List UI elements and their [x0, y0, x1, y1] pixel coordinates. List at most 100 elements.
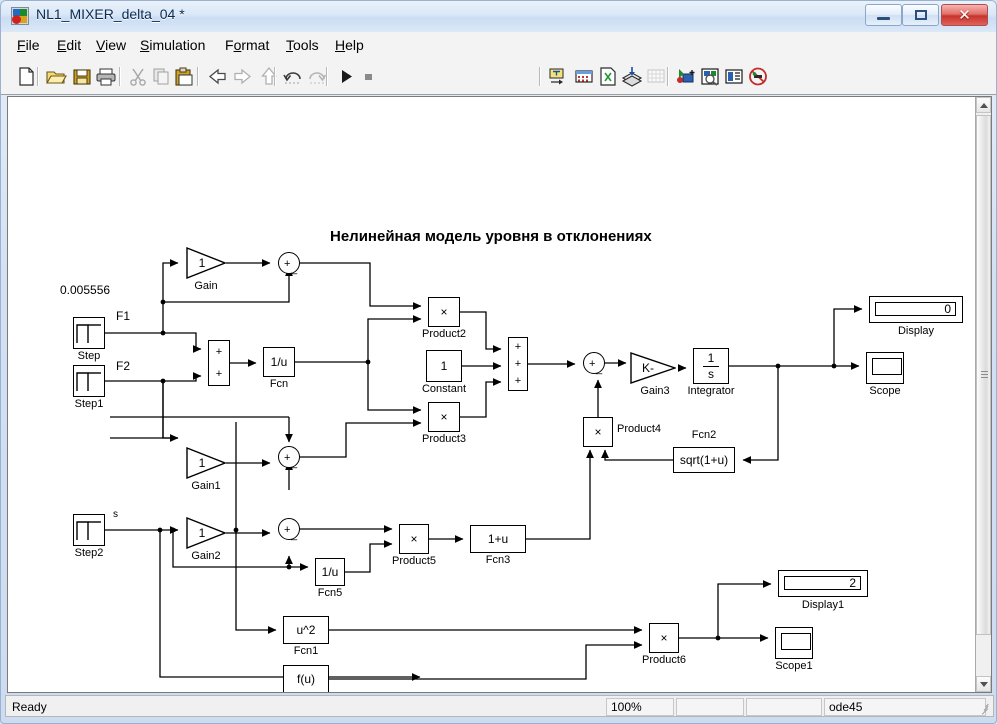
close-icon: ✕	[958, 6, 971, 24]
block-product6[interactable]: ×	[649, 623, 679, 653]
simulink-app-icon	[11, 7, 29, 25]
block-step[interactable]	[73, 317, 105, 349]
status-bar: Ready 100% ode45	[5, 695, 994, 717]
block-label-gain1: Gain1	[191, 480, 221, 492]
block-sum-mid[interactable]: + _	[278, 446, 300, 469]
block-label-product5: Product5	[391, 555, 437, 567]
menu-help[interactable]: Help	[329, 36, 370, 55]
block-symbol-product3: ×	[440, 410, 448, 424]
forward-icon[interactable]	[232, 66, 254, 87]
block-integrator[interactable]: 1 s	[693, 348, 729, 384]
block-expr-fcn2: sqrt(1+u)	[679, 453, 729, 467]
block-display1[interactable]: 2	[778, 570, 868, 597]
block-label-display1: Display1	[801, 599, 845, 611]
block-gain3[interactable]: K-	[630, 352, 676, 384]
block-scope1[interactable]	[775, 627, 813, 659]
status-solver: ode45	[824, 698, 986, 716]
cut-icon[interactable]	[127, 66, 149, 87]
block-display[interactable]: 0	[869, 296, 963, 323]
block-label-gain2: Gain2	[191, 550, 221, 562]
block-value-gain: 1	[198, 256, 206, 270]
redo-icon[interactable]	[306, 66, 328, 87]
menu-format[interactable]: Format	[219, 36, 275, 55]
block-product3[interactable]: ×	[428, 402, 460, 432]
stop-simulation-icon[interactable]	[357, 66, 379, 87]
scrollbar-thumb[interactable]	[976, 115, 991, 635]
back-icon[interactable]	[206, 66, 228, 87]
print-icon[interactable]	[95, 66, 117, 87]
block-product2[interactable]: ×	[428, 297, 460, 327]
menu-edit[interactable]: Edit	[51, 36, 87, 55]
block-fcn1[interactable]: u^2	[283, 616, 329, 644]
block-step2[interactable]	[73, 514, 105, 546]
block-gain[interactable]: 1	[186, 247, 226, 279]
block-step1[interactable]	[73, 365, 105, 397]
block-sum-top[interactable]: + _	[278, 252, 300, 275]
status-cell-a	[676, 698, 744, 716]
up-level-icon[interactable]	[258, 66, 280, 87]
block-label-fcn3: Fcn3	[485, 554, 511, 566]
scroll-up-icon[interactable]	[976, 97, 991, 113]
block-fcn4[interactable]: f(u)	[283, 665, 329, 692]
undo-icon[interactable]	[282, 66, 304, 87]
copy-icon[interactable]	[151, 66, 173, 87]
block-fcn2[interactable]: sqrt(1+u)	[673, 447, 735, 473]
block-gain1[interactable]: 1	[186, 447, 226, 479]
block-scope[interactable]	[866, 352, 904, 384]
block-expr-fcn1: u^2	[296, 623, 316, 637]
menu-file[interactable]: FFileile	[11, 36, 46, 55]
toggle-grid-icon[interactable]	[645, 66, 667, 87]
disable-link-icon[interactable]	[747, 66, 769, 87]
model-properties-icon[interactable]	[723, 66, 745, 87]
menu-bar: FFileile Edit View Simulation Format Too…	[1, 32, 996, 60]
resize-grip-icon[interactable]	[979, 702, 991, 715]
block-label-fcn5: Fcn5	[317, 587, 343, 599]
minimize-button[interactable]	[865, 4, 902, 26]
block-sum-input[interactable]: + +	[208, 340, 230, 386]
block-expr-fcn3: 1+u	[487, 532, 509, 546]
block-fcn3[interactable]: 1+u	[470, 525, 526, 553]
menu-view[interactable]: View	[90, 36, 132, 55]
scroll-down-icon[interactable]	[976, 676, 991, 692]
block-sum-low[interactable]: + _	[278, 518, 300, 541]
block-label-product3: Product3	[421, 433, 467, 445]
block-fcn5[interactable]: 1/u	[315, 558, 345, 586]
start-simulation-icon[interactable]	[335, 66, 357, 87]
diagram-title: Нелинейная модель уровня в отклонениях	[330, 228, 652, 245]
block-sum-three[interactable]: + + +	[508, 337, 528, 391]
block-gain2[interactable]: 1	[186, 517, 226, 549]
block-label-scope: Scope	[869, 385, 901, 397]
debugger-icon[interactable]	[573, 66, 595, 87]
block-sum-main[interactable]: + _	[583, 352, 605, 375]
new-model-icon[interactable]	[15, 66, 37, 87]
canvas-vertical-scrollbar[interactable]	[975, 97, 991, 692]
maximize-button[interactable]	[902, 4, 939, 26]
block-symbol-product2: ×	[440, 305, 448, 319]
insert-subsystem-icon[interactable]	[675, 66, 697, 87]
close-button[interactable]: ✕	[941, 4, 988, 26]
paste-icon[interactable]	[173, 66, 195, 87]
menu-simulation[interactable]: Simulation	[134, 36, 211, 55]
block-label-constant: Constant	[421, 383, 467, 395]
block-fcn[interactable]: 1/u	[263, 347, 295, 377]
signal-label-s: s	[113, 509, 118, 520]
look-under-mask-icon[interactable]	[699, 66, 721, 87]
block-label-integrator: Integrator	[687, 385, 735, 397]
menu-tools[interactable]: Tools	[280, 36, 325, 55]
block-symbol-product6: ×	[660, 631, 668, 645]
model-canvas[interactable]: Нелинейная модель уровня в отклонениях 0…	[8, 97, 968, 692]
block-product5[interactable]: ×	[399, 524, 429, 554]
toolbar: Normal	[1, 59, 996, 145]
block-constant[interactable]: 1	[426, 350, 462, 382]
block-value-gain2: 1	[198, 526, 206, 540]
window-title: NL1_MIXER_delta_04 *	[36, 6, 185, 22]
block-product4[interactable]: ×	[583, 417, 613, 447]
save-model-icon[interactable]	[71, 66, 93, 87]
model-canvas-container[interactable]: Нелинейная модель уровня в отклонениях 0…	[7, 96, 992, 693]
block-label-fcn2: Fcn2	[691, 429, 717, 441]
open-model-icon[interactable]	[45, 66, 67, 87]
model-explorer-icon[interactable]	[597, 66, 619, 87]
scrollbar-grip-icon	[981, 371, 988, 380]
update-diagram-icon[interactable]	[547, 66, 569, 87]
library-browser-icon[interactable]	[621, 66, 643, 87]
